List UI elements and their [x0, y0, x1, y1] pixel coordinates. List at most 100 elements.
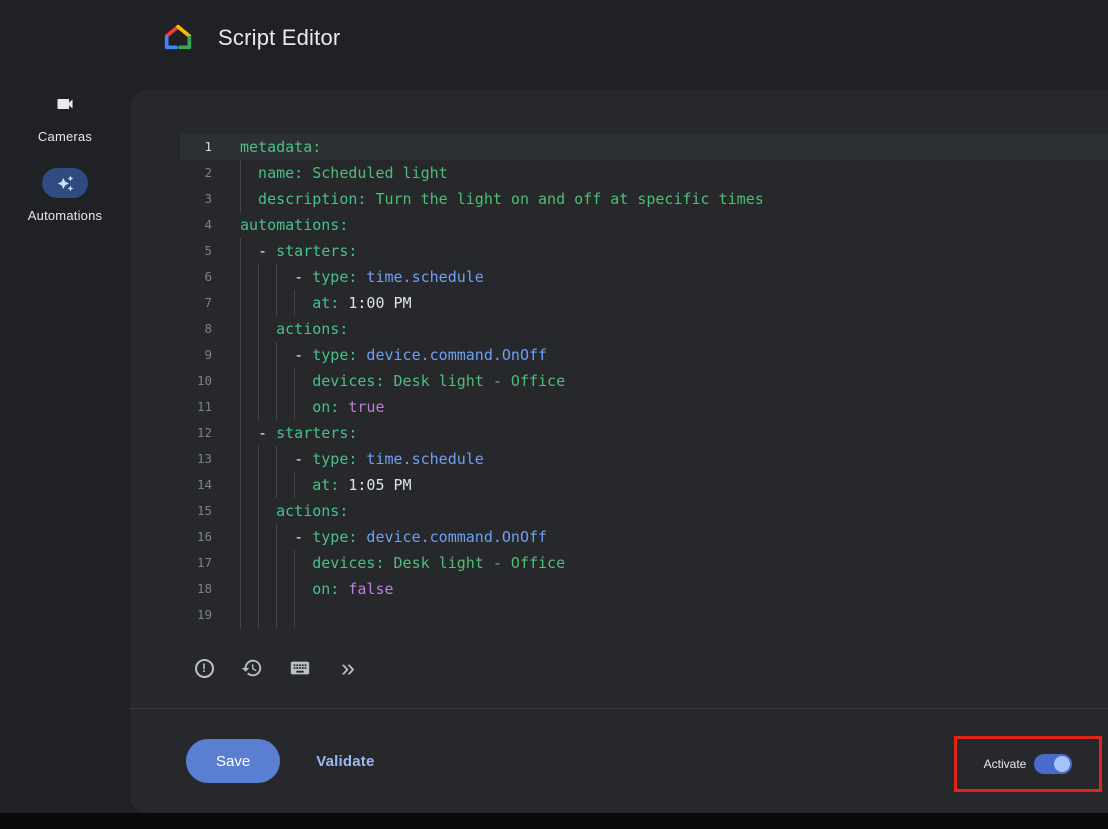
indent-guides	[240, 160, 258, 186]
google-home-logo-icon	[162, 22, 194, 54]
line-content: - type: time.schedule	[212, 446, 484, 472]
script-editor-card: 1metadata:2name: Scheduled light3descrip…	[130, 90, 1108, 813]
line-content: - type: device.command.OnOff	[212, 524, 547, 550]
line-number: 7	[180, 290, 212, 316]
code-token: device.command.OnOff	[357, 342, 547, 368]
code-line[interactable]: 7at: 1:00 PM	[180, 290, 1108, 316]
validate-button[interactable]: Validate	[316, 753, 374, 770]
indent-guides	[240, 472, 312, 498]
code-token: Desk light - Office	[384, 550, 565, 576]
code-token: description:	[258, 186, 366, 212]
code-line[interactable]: 8 actions:	[180, 316, 1108, 342]
code-line[interactable]: 14at: 1:05 PM	[180, 472, 1108, 498]
line-number: 1	[180, 134, 212, 160]
code-token: -	[294, 264, 312, 290]
code-token: Turn the light on and off at specific ti…	[366, 186, 763, 212]
code-line[interactable]: 6- type: time.schedule	[180, 264, 1108, 290]
double-chevron-glyph: »	[341, 656, 355, 681]
indent-guides	[240, 394, 312, 420]
code-token: at:	[312, 472, 339, 498]
code-lines: 1metadata:2name: Scheduled light3descrip…	[180, 134, 1108, 628]
code-token: type:	[312, 264, 357, 290]
code-line[interactable]: 12- starters:	[180, 420, 1108, 446]
code-line[interactable]: 10devices: Desk light - Office	[180, 368, 1108, 394]
line-content: description: Turn the light on and off a…	[212, 186, 764, 212]
line-content: - type: device.command.OnOff	[212, 342, 547, 368]
code-line[interactable]: 19	[180, 602, 1108, 628]
line-content: - starters:	[212, 420, 357, 446]
indent-guides	[240, 420, 258, 446]
line-number: 13	[180, 446, 212, 472]
code-line[interactable]: 17devices: Desk light - Office	[180, 550, 1108, 576]
camera-icon	[55, 92, 75, 116]
code-token: -	[258, 238, 276, 264]
indent-guides	[240, 238, 258, 264]
line-number: 8	[180, 316, 212, 342]
indent-guides	[240, 498, 276, 524]
line-content: devices: Desk light - Office	[212, 368, 565, 394]
line-number: 9	[180, 342, 212, 368]
indent-guides	[240, 602, 312, 628]
keyboard-icon[interactable]	[286, 654, 314, 682]
code-line[interactable]: 9- type: device.command.OnOff	[180, 342, 1108, 368]
code-token: name:	[258, 160, 303, 186]
code-line[interactable]: 11on: true	[180, 394, 1108, 420]
line-number: 2	[180, 160, 212, 186]
code-token: actions:	[276, 498, 348, 524]
annotation-box: Activate	[954, 736, 1102, 792]
app-header: Script Editor	[162, 22, 340, 54]
code-token: false	[339, 576, 393, 602]
code-editor[interactable]: 1metadata:2name: Scheduled light3descrip…	[180, 134, 1108, 628]
code-token: type:	[312, 524, 357, 550]
more-icon[interactable]: »	[334, 654, 362, 682]
indent-guides	[240, 446, 294, 472]
line-content: - type: time.schedule	[212, 264, 484, 290]
code-token: on:	[312, 394, 339, 420]
activate-toggle[interactable]	[1034, 754, 1072, 774]
code-line[interactable]: 13- type: time.schedule	[180, 446, 1108, 472]
code-line[interactable]: 4automations:	[180, 212, 1108, 238]
code-token: metadata:	[240, 134, 321, 160]
sidebar: Cameras Automations	[0, 92, 130, 223]
line-content: - starters:	[212, 238, 357, 264]
code-token: type:	[312, 342, 357, 368]
code-line[interactable]: 5- starters:	[180, 238, 1108, 264]
line-number: 11	[180, 394, 212, 420]
code-token: actions:	[276, 316, 348, 342]
indent-guides	[240, 186, 258, 212]
save-button[interactable]: Save	[186, 739, 280, 783]
code-token: at:	[312, 290, 339, 316]
line-content: at: 1:00 PM	[212, 290, 412, 316]
line-number: 15	[180, 498, 212, 524]
code-token: -	[294, 342, 312, 368]
exclamation-glyph: !	[195, 659, 214, 678]
code-line[interactable]: 15 actions:	[180, 498, 1108, 524]
problems-icon[interactable]: !	[190, 654, 218, 682]
code-line[interactable]: 2name: Scheduled light	[180, 160, 1108, 186]
code-token: true	[339, 394, 384, 420]
indent-guides	[240, 316, 276, 342]
automations-icon	[42, 168, 88, 198]
sidebar-item-cameras[interactable]: Cameras	[38, 92, 92, 144]
line-number: 10	[180, 368, 212, 394]
line-content: actions:	[212, 316, 348, 342]
code-token: -	[294, 524, 312, 550]
code-line[interactable]: 3description: Turn the light on and off …	[180, 186, 1108, 212]
code-line[interactable]: 1 metadata:	[180, 134, 1108, 160]
editor-toolbar: ! »	[190, 648, 1108, 688]
code-token: devices:	[312, 550, 384, 576]
line-content	[212, 602, 312, 628]
sidebar-item-automations[interactable]: Automations	[28, 168, 102, 223]
code-token: on:	[312, 576, 339, 602]
code-line[interactable]: 16- type: device.command.OnOff	[180, 524, 1108, 550]
code-line[interactable]: 18 on: false	[180, 576, 1108, 602]
line-content: on: true	[212, 394, 384, 420]
indent-guides	[240, 264, 294, 290]
line-number: 12	[180, 420, 212, 446]
line-number: 16	[180, 524, 212, 550]
history-icon[interactable]	[238, 654, 266, 682]
code-token: -	[258, 420, 276, 446]
line-number: 3	[180, 186, 212, 212]
line-content: devices: Desk light - Office	[212, 550, 565, 576]
line-number: 18	[180, 576, 212, 602]
